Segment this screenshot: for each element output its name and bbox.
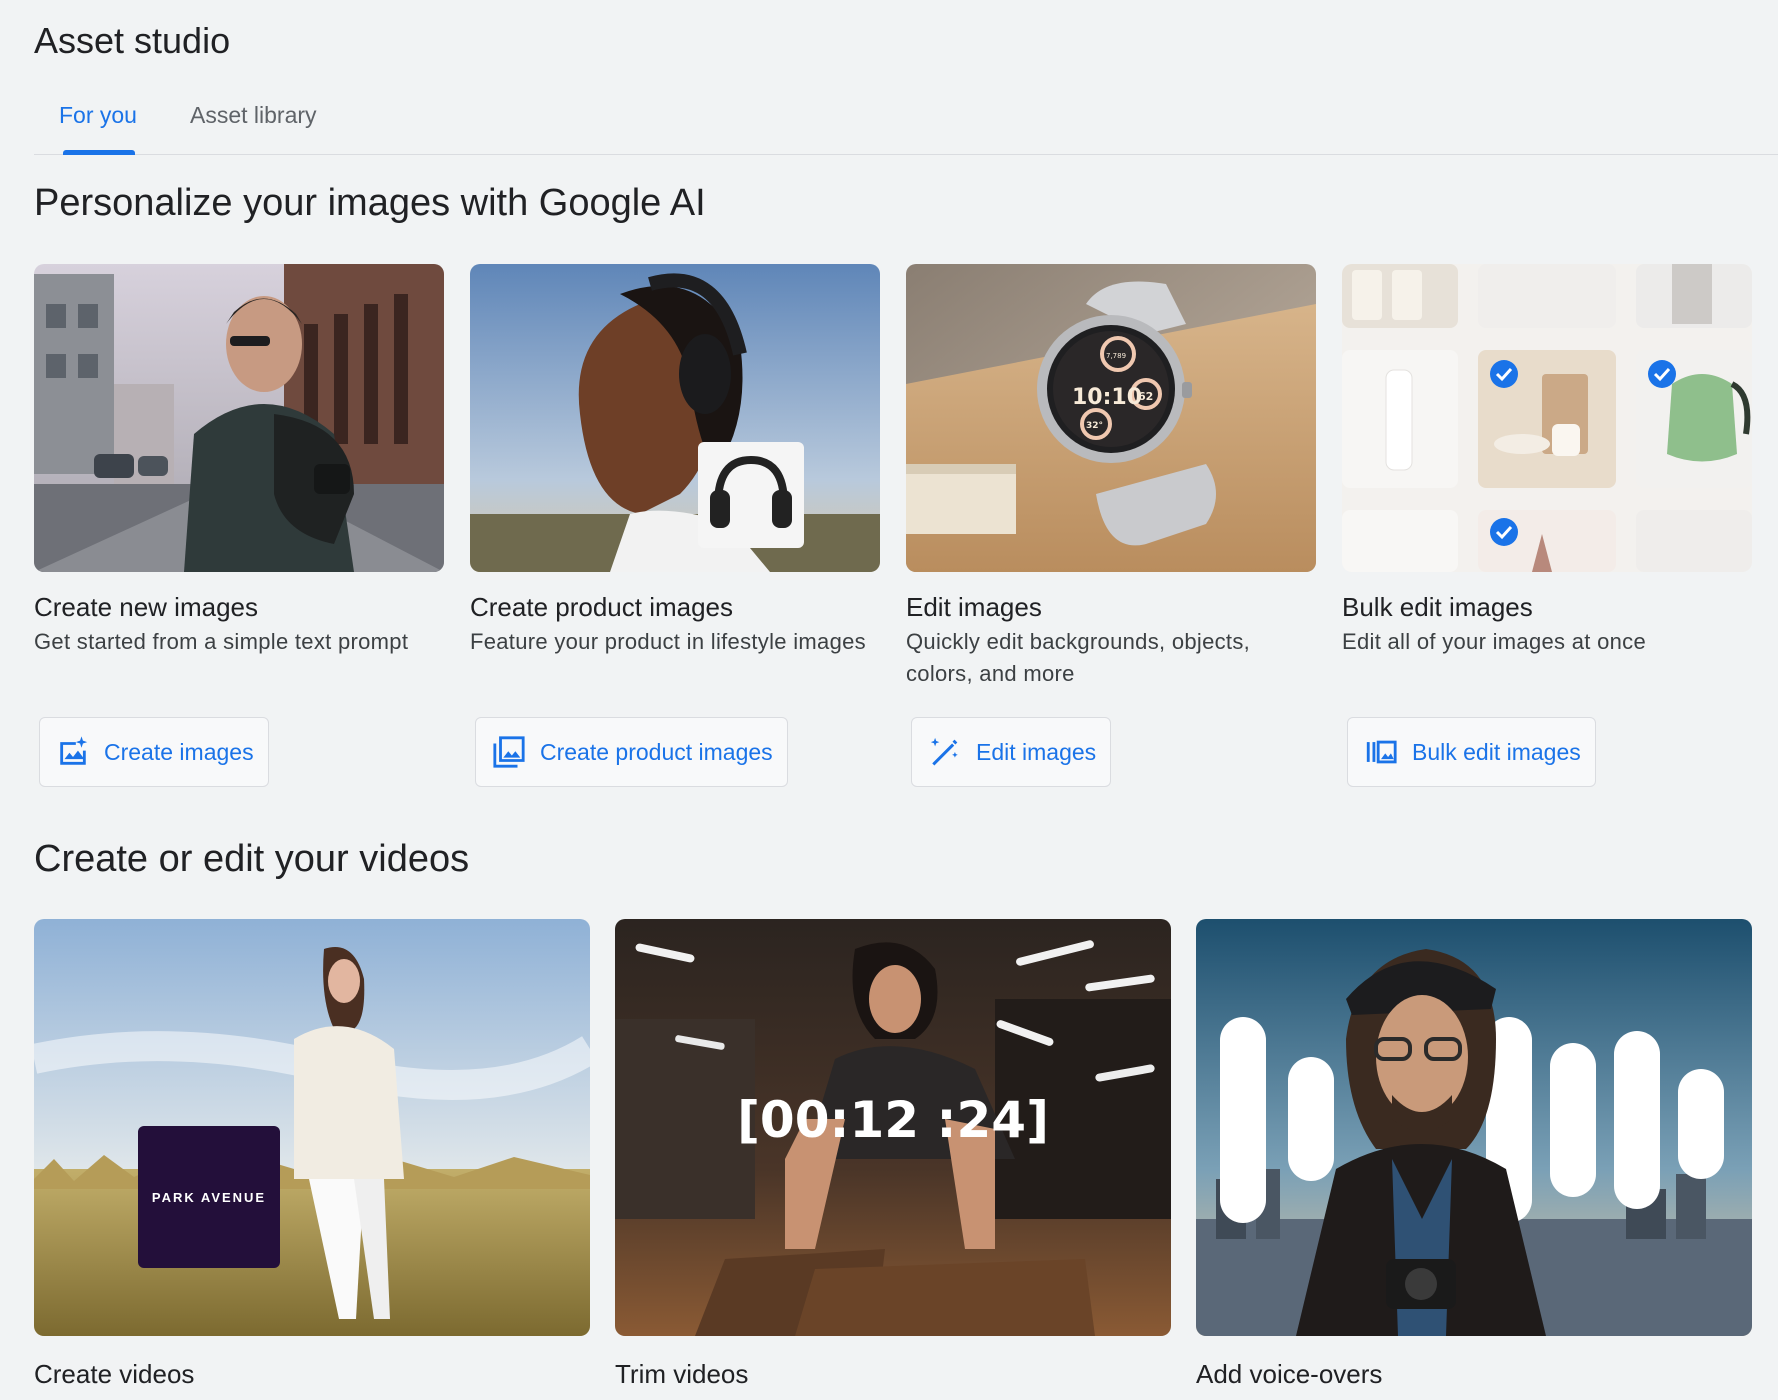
bulk-edit-images-button-label: Bulk edit images xyxy=(1412,738,1581,765)
watch-steps: 7,789 xyxy=(1106,352,1126,360)
bulk-edit-images-thumbnail[interactable] xyxy=(1342,264,1752,572)
create-images-button[interactable]: Create images xyxy=(39,717,269,787)
check-badge-icon xyxy=(1490,360,1518,388)
create-new-images-thumbnail[interactable] xyxy=(34,264,444,572)
create-product-images-button-label: Create product images xyxy=(540,738,773,765)
card-title: Create videos xyxy=(34,1359,195,1389)
card-description: Quickly edit backgrounds, objects, color… xyxy=(906,629,1251,686)
card-title: Create product images xyxy=(470,592,734,622)
videos-section-title: Create or edit your videos xyxy=(34,838,470,880)
tab-for-you[interactable]: For you xyxy=(59,102,137,129)
card-title: Edit images xyxy=(906,592,1042,622)
active-tab-indicator xyxy=(63,150,135,155)
magic-wand-icon xyxy=(930,737,958,766)
images-section-title: Personalize your images with Google AI xyxy=(34,182,706,224)
card-title: Create new images xyxy=(34,592,258,622)
create-videos-thumbnail[interactable]: PARK AVENUE xyxy=(34,919,590,1336)
image-sparkle-icon xyxy=(60,736,88,765)
card-description: Edit all of your images at once xyxy=(1342,629,1647,654)
park-avenue-overlay: PARK AVENUE xyxy=(152,1190,266,1205)
bulk-edit-images-button[interactable]: Bulk edit images xyxy=(1347,717,1596,787)
edit-images-button-label: Edit images xyxy=(976,738,1097,765)
card-title: Add voice-overs xyxy=(1196,1359,1383,1389)
tab-bar: For you Asset library xyxy=(34,92,1778,155)
create-images-button-label: Create images xyxy=(104,738,254,765)
page-title: Asset studio xyxy=(34,20,231,61)
edit-images-button[interactable]: Edit images xyxy=(911,717,1112,787)
card-description: Feature your product in lifestyle images xyxy=(470,629,866,654)
create-product-images-thumbnail[interactable] xyxy=(470,264,880,572)
watch-dial-b: 32° xyxy=(1086,421,1103,431)
watch-dial-a: 62 xyxy=(1138,390,1153,403)
check-badge-icon xyxy=(1648,360,1676,388)
image-stack-icon xyxy=(493,736,525,768)
add-voice-overs-thumbnail[interactable] xyxy=(1196,919,1752,1336)
trim-videos-thumbnail[interactable]: [00:12 :24] xyxy=(615,919,1171,1336)
tab-asset-library[interactable]: Asset library xyxy=(190,102,317,129)
asset-studio-page: Asset studio For you Asset library Perso… xyxy=(0,0,1778,1400)
bulk-images-icon xyxy=(1366,740,1397,764)
timecode-overlay: [00:12 :24] xyxy=(737,1091,1049,1149)
card-description: Get started from a simple text prompt xyxy=(34,629,409,654)
edit-images-thumbnail[interactable]: 10:10 62 32° 7,789 xyxy=(906,264,1316,572)
check-badge-icon xyxy=(1490,518,1518,546)
card-title: Bulk edit images xyxy=(1342,592,1533,622)
watch-time: 10:10 xyxy=(1072,385,1142,410)
create-product-images-button[interactable]: Create product images xyxy=(475,717,788,787)
card-title: Trim videos xyxy=(615,1359,749,1389)
